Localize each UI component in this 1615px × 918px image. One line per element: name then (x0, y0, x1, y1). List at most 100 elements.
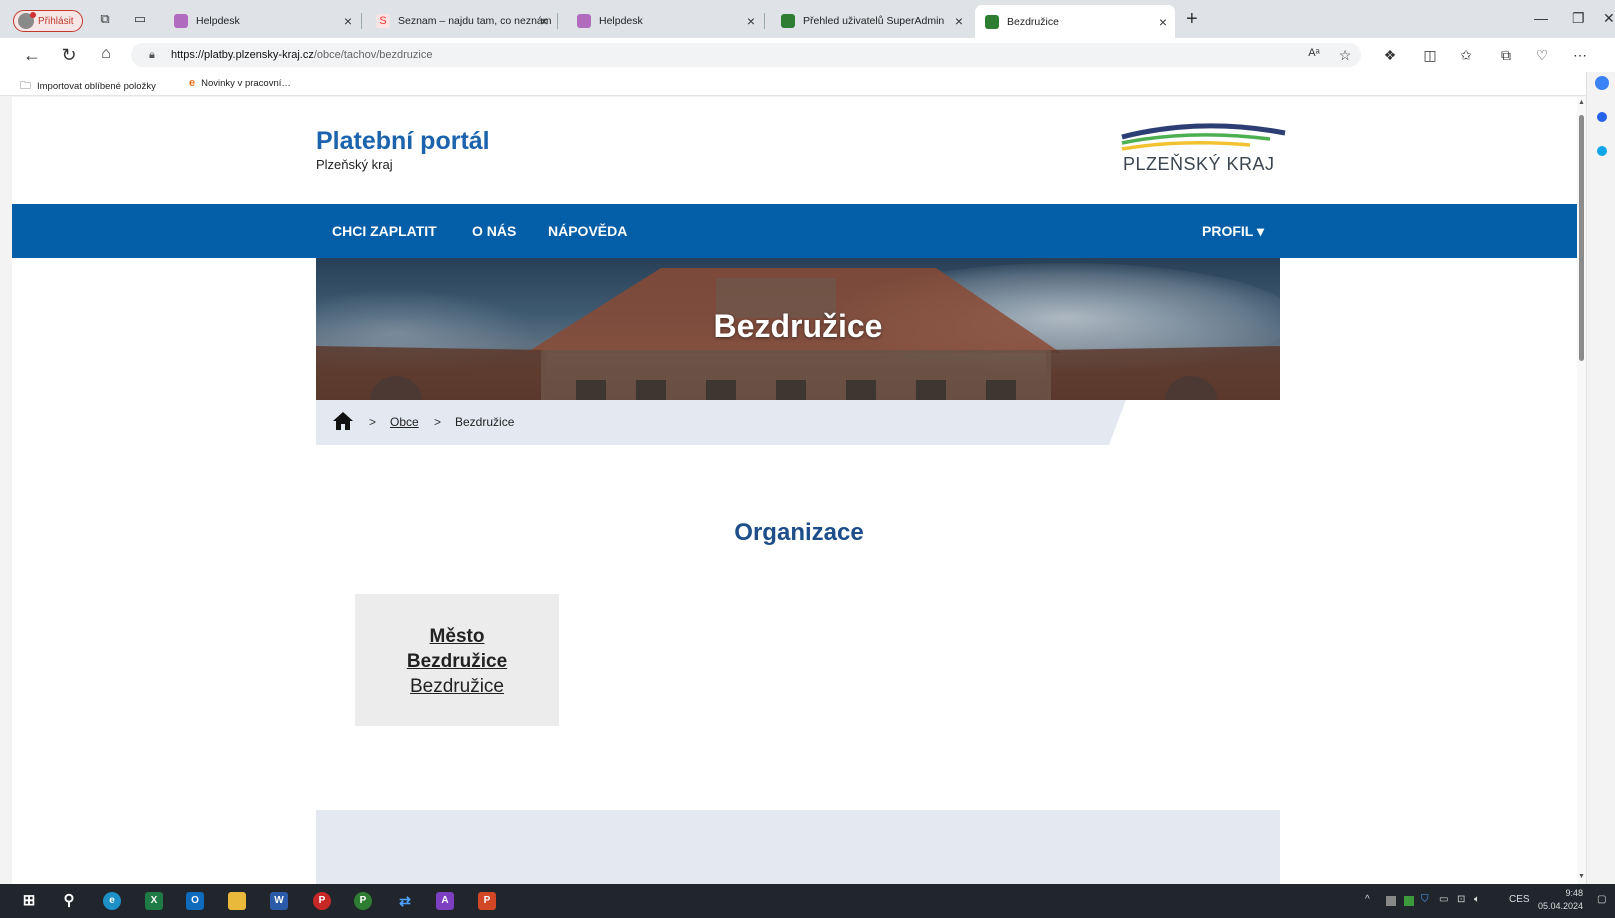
hero-banner: Bezdružice (316, 258, 1280, 400)
nav-pay[interactable]: CHCI ZAPLATIT (332, 223, 437, 239)
tab-bezdruzice-active[interactable]: Bezdružice × (975, 5, 1175, 38)
app-a-icon[interactable]: A (436, 892, 454, 910)
tray-app-icon[interactable] (1404, 896, 1414, 906)
notifications-icon[interactable]: ▢ (1597, 894, 1606, 905)
footer-block (316, 810, 1280, 884)
breadcrumb-separator: > (434, 415, 442, 429)
tab-actions-icon[interactable]: ▭ (132, 11, 148, 27)
nav-about[interactable]: O NÁS (472, 223, 516, 239)
tray-app-icon[interactable] (1386, 896, 1396, 906)
excel-icon[interactable]: X (145, 892, 163, 910)
lock-icon: 🔒︎ (149, 49, 155, 61)
url-field[interactable]: 🔒︎ https://platby.plzensky-kraj.cz/obce/… (131, 43, 1361, 67)
powerpoint-icon[interactable]: P (478, 892, 496, 910)
favorites-import-item[interactable]: 🗀 Importovat oblíbené položky (20, 77, 156, 96)
close-tab-icon[interactable]: × (955, 13, 963, 29)
address-toolbar: ← ↻ ⌂ 🔒︎ https://platby.plzensky-kraj.cz… (0, 38, 1615, 72)
tab-divider (764, 13, 765, 29)
language-indicator[interactable]: CES (1509, 894, 1530, 905)
helpdesk-favicon-icon (577, 13, 591, 28)
workspaces-icon[interactable]: ⧉ (97, 11, 113, 27)
scroll-up-icon[interactable]: ▲ (1578, 99, 1585, 106)
browser-tab-bar: Přihlásit ⧉ ▭ Helpdesk × S Seznam – najd… (0, 0, 1615, 38)
volume-icon[interactable]: 🔈︎ (1474, 894, 1480, 905)
new-tab-button[interactable]: + (1186, 8, 1198, 31)
page-viewport: Platební portál Plzeňský kraj PLZEŇSKÝ K… (12, 97, 1586, 884)
avatar-icon (18, 12, 36, 29)
clock[interactable]: 9:48 05.04.2024 (1538, 887, 1583, 913)
restore-window-icon[interactable]: ❐ (1572, 10, 1585, 27)
tab-title: Přehled uživatelů SuperAdmin (803, 14, 945, 27)
extensions-icon[interactable]: ❖ (1381, 47, 1399, 64)
outlook-icon[interactable]: O (186, 892, 204, 910)
sidebar-app-icon[interactable] (1597, 146, 1607, 156)
refresh-icon[interactable]: ↻ (59, 45, 79, 66)
search-icon[interactable]: ⚲ (60, 892, 78, 910)
tab-title: Seznam – najdu tam, co neznám (398, 14, 552, 27)
nav-profile-dropdown[interactable]: PROFIL ▾ (1202, 223, 1264, 240)
edge-icon[interactable]: e (103, 892, 121, 910)
defender-icon[interactable]: ⛉ (1421, 894, 1429, 905)
teamviewer-icon[interactable]: ⇄ (396, 892, 414, 910)
favorite-star-icon[interactable]: ☆ (1336, 47, 1354, 64)
minimize-window-icon[interactable]: — (1534, 10, 1548, 26)
close-window-icon[interactable]: ✕ (1603, 10, 1615, 27)
home-icon[interactable] (332, 411, 354, 431)
edge-sidebar (1586, 72, 1615, 884)
network-icon[interactable]: ⊡ (1457, 894, 1465, 905)
profile-sign-in-button[interactable]: Přihlásit (13, 10, 83, 32)
tab-helpdesk-1[interactable]: Helpdesk × (164, 6, 362, 35)
breadcrumb-link-obce[interactable]: Obce (390, 415, 419, 429)
battery-icon[interactable]: ▭ (1439, 894, 1448, 905)
tray-overflow-icon[interactable]: ^ (1365, 894, 1370, 905)
nav-help[interactable]: NÁPOVĚDA (548, 223, 627, 239)
copilot-icon[interactable] (1595, 76, 1609, 90)
more-menu-icon[interactable]: ⋯ (1571, 47, 1589, 64)
browser-essentials-icon[interactable]: ♡ (1533, 47, 1551, 64)
breadcrumb: > Obce > Bezdružice (316, 400, 1126, 445)
site-title[interactable]: Platební portál (316, 127, 490, 156)
close-tab-icon[interactable]: × (747, 13, 755, 29)
file-explorer-icon[interactable] (228, 892, 246, 910)
close-tab-icon[interactable]: × (540, 13, 548, 29)
scroll-down-icon[interactable]: ▼ (1578, 873, 1585, 880)
tab-title: Bezdružice (1007, 15, 1059, 28)
tab-divider (361, 13, 362, 29)
favorites-bar: 🗀 Importovat oblíbené položky e Novinky … (0, 72, 1615, 96)
tab-seznam[interactable]: S Seznam – najdu tam, co neznám × (366, 6, 558, 35)
start-icon[interactable]: ⊞ (20, 892, 38, 910)
url-host: https://platby.plzensky-kraj.cz (171, 49, 314, 61)
back-icon[interactable]: ← (22, 45, 42, 66)
organization-card[interactable]: Město Bezdružice Bezdružice (355, 594, 559, 726)
close-tab-icon[interactable]: × (1159, 14, 1167, 30)
main-navigation: CHCI ZAPLATIT O NÁS NÁPOVĚDA PROFIL ▾ (12, 204, 1586, 258)
profile-sign-in-label: Přihlásit (38, 15, 74, 27)
organization-city[interactable]: Bezdružice (355, 674, 559, 699)
page-scrollbar[interactable]: ▲ ▼ (1577, 97, 1586, 884)
organization-name-line1[interactable]: Město (355, 624, 559, 649)
tab-helpdesk-2[interactable]: Helpdesk × (567, 6, 765, 35)
collections-icon[interactable]: ⧉ (1497, 47, 1515, 64)
close-tab-icon[interactable]: × (344, 13, 352, 29)
sidebar-app-icon[interactable] (1597, 112, 1607, 122)
split-screen-icon[interactable]: ◫ (1421, 47, 1439, 64)
clock-date: 05.04.2024 (1538, 901, 1584, 911)
tab-divider (557, 13, 558, 29)
edge-news-icon: e (189, 77, 196, 89)
word-icon[interactable]: W (270, 892, 288, 910)
portal-favicon-icon (985, 14, 999, 29)
organization-name-line2[interactable]: Bezdružice (355, 649, 559, 674)
read-aloud-icon[interactable]: Aᵃ (1305, 47, 1323, 59)
helpdesk-favicon-icon (174, 13, 188, 28)
home-icon[interactable]: ⌂ (96, 45, 116, 63)
favorites-news-item[interactable]: e Novinky v pracovní… (189, 77, 291, 89)
clock-time: 9:48 (1565, 888, 1584, 898)
favorites-list-icon[interactable]: ✩ (1457, 47, 1475, 64)
portal-app-icon[interactable]: P (313, 892, 331, 910)
favorites-news-label: Novinky v pracovní… (201, 77, 291, 89)
windows-taskbar: ⊞ ⚲ e X O W P P ⇄ A P ^ ⛉ ▭ ⊡ 🔈︎ CES 9:4… (0, 884, 1615, 918)
tab-superadmin[interactable]: Přehled uživatelů SuperAdmin × (771, 6, 971, 35)
portal-green-icon[interactable]: P (354, 892, 372, 910)
breadcrumb-separator: > (369, 415, 377, 429)
scrollbar-thumb[interactable] (1579, 115, 1584, 361)
